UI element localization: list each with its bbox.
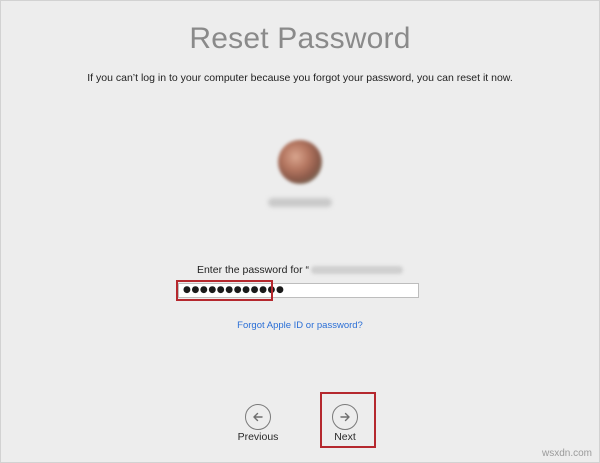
password-highlight-box	[176, 280, 273, 301]
next-highlight-box	[320, 392, 376, 448]
password-prompt: Enter the password for “	[0, 264, 600, 276]
password-prompt-label: Enter the password for “	[196, 264, 310, 276]
user-avatar	[278, 140, 322, 184]
username-redacted	[268, 198, 332, 207]
forgot-apple-id-link[interactable]: Forgot Apple ID or password?	[0, 320, 600, 331]
reset-password-window	[0, 0, 600, 463]
page-title: Reset Password	[189, 22, 411, 55]
previous-button[interactable]	[245, 404, 271, 430]
account-name-redacted	[311, 266, 404, 275]
instructions-text: If you can’t log in to your computer bec…	[87, 72, 513, 84]
previous-button-label[interactable]: Previous	[230, 431, 286, 443]
watermark: wsxdn.com	[541, 448, 592, 459]
arrow-left-circle-icon	[253, 412, 263, 422]
